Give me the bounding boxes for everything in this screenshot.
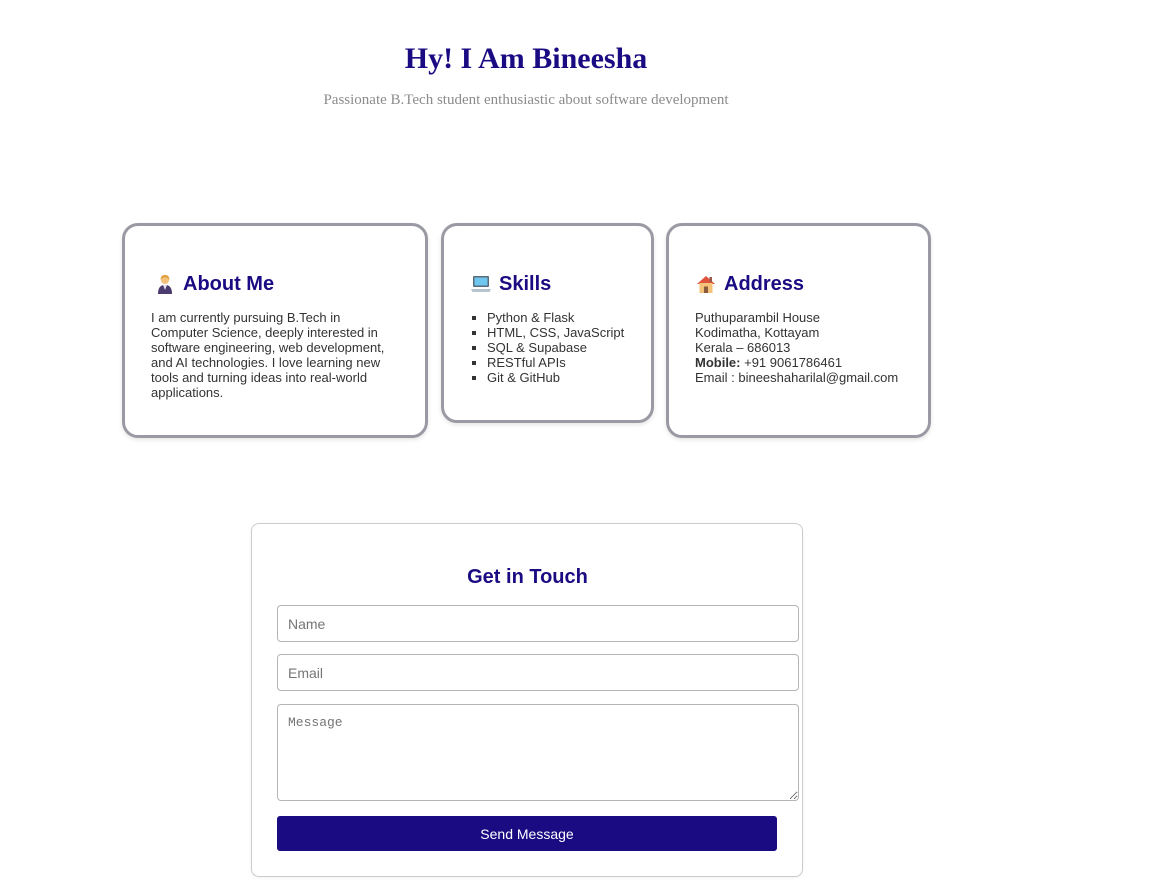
- name-input[interactable]: [277, 605, 799, 642]
- laptop-icon: [471, 274, 491, 294]
- address-line-3: Kerala – 686013: [695, 340, 791, 355]
- about-card: About Me I am currently pursuing B.Tech …: [122, 223, 428, 438]
- skill-item: RESTful APIs: [487, 355, 624, 370]
- skill-item: SQL & Supabase: [487, 340, 624, 355]
- message-textarea[interactable]: [277, 704, 799, 801]
- mobile-value: +91 9061786461: [740, 355, 843, 370]
- address-heading-text: Address: [724, 273, 805, 295]
- skill-item: Git & GitHub: [487, 370, 624, 385]
- skill-item: HTML, CSS, JavaScript: [487, 325, 624, 340]
- address-line-2: Kodimatha, Kottayam: [695, 325, 820, 340]
- contact-title: Get in Touch: [467, 566, 588, 588]
- about-body: I am currently pursuing B.Tech in Comput…: [151, 310, 399, 400]
- skills-list: Python & Flask HTML, CSS, JavaScript SQL…: [471, 310, 624, 385]
- address-heading: Address: [696, 272, 804, 296]
- skills-heading-text: Skills: [499, 273, 552, 295]
- skills-heading: Skills: [471, 272, 551, 296]
- email-input[interactable]: [277, 654, 799, 691]
- skill-item: Python & Flask: [487, 310, 624, 325]
- email-line: Email : bineeshaharilal@gmail.com: [695, 370, 899, 385]
- about-heading: About Me: [155, 272, 274, 296]
- mobile-line: Mobile: +91 9061786461: [695, 355, 925, 370]
- about-heading-text: About Me: [183, 273, 275, 295]
- address-card: Address Puthuparambil House Kodimatha, K…: [666, 223, 931, 438]
- mobile-label: Mobile:: [695, 355, 741, 370]
- address-line-1: Puthuparambil House: [695, 310, 821, 325]
- page-title: Hy! I Am Bineesha: [404, 42, 648, 75]
- house-icon: [696, 274, 716, 294]
- send-message-button[interactable]: Send Message: [277, 816, 777, 851]
- contact-form: Get in Touch Send Message: [251, 523, 803, 877]
- address-body: Puthuparambil House Kodimatha, Kottayam …: [695, 310, 925, 385]
- page-subtitle: Passionate B.Tech student enthusiastic a…: [323, 92, 729, 108]
- skills-card: Skills Python & Flask HTML, CSS, JavaScr…: [441, 223, 654, 423]
- student-icon: [155, 274, 175, 294]
- about-text: I am currently pursuing B.Tech in Comput…: [151, 310, 385, 400]
